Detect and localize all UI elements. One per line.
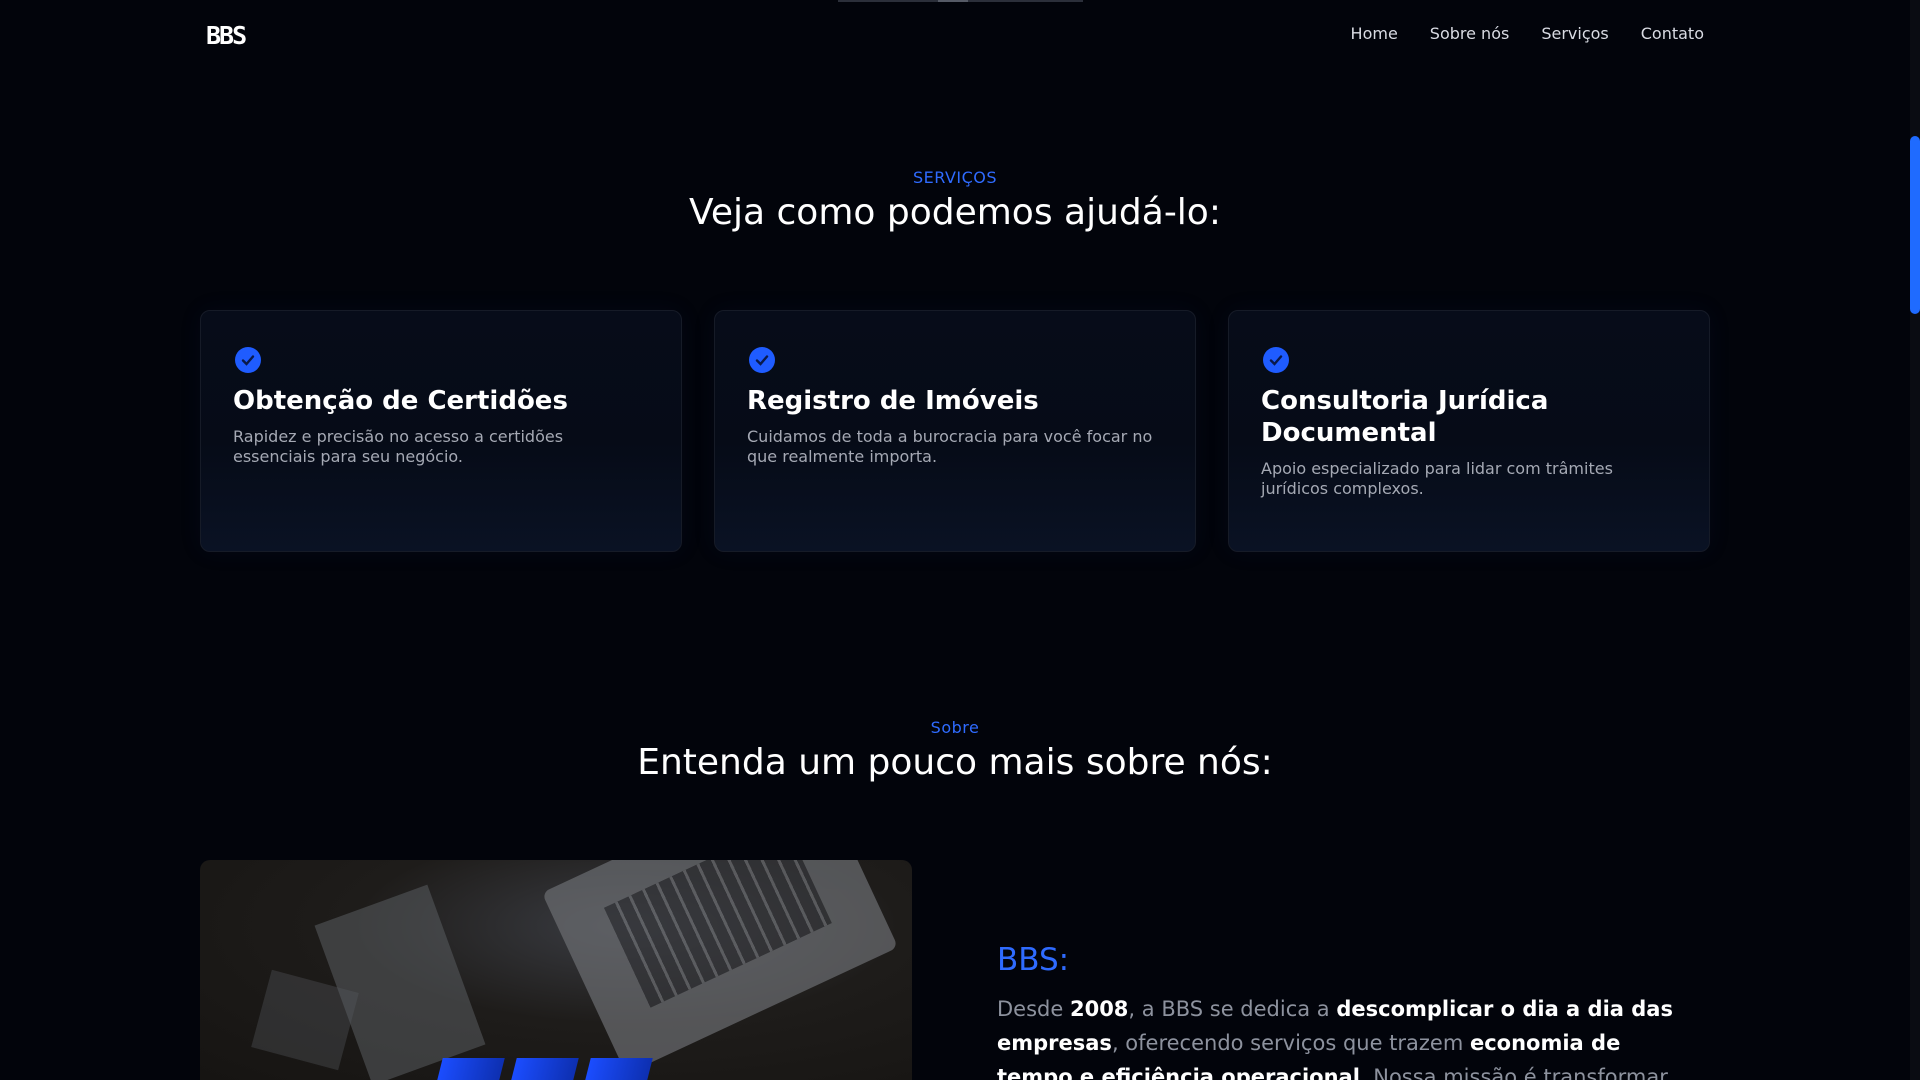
about-text: BBS: Desde 2008, a BBS se dedica a desco… xyxy=(997,942,1697,1080)
scrollbar-thumb[interactable] xyxy=(1910,136,1920,314)
service-card-title: Obtenção de Certidões xyxy=(233,386,568,416)
check-icon xyxy=(749,347,775,373)
service-card-title: Registro de Imóveis xyxy=(747,386,1039,416)
about-image xyxy=(200,860,912,1080)
check-icon xyxy=(235,347,261,373)
navbar: BBS Home Sobre nós Serviços Contato xyxy=(0,0,1910,70)
services-kicker: SERVIÇOS xyxy=(912,168,998,187)
nav-contato[interactable]: Contato xyxy=(1641,24,1704,43)
check-icon xyxy=(1263,347,1289,373)
about-title: Entenda um pouco mais sobre nós: xyxy=(637,742,1273,783)
about-kicker: Sobre xyxy=(930,718,980,737)
nav-sobre-nos[interactable]: Sobre nós xyxy=(1430,24,1510,43)
service-card-text: Apoio especializado para lidar com trâmi… xyxy=(1261,459,1613,498)
logo-blocks xyxy=(437,1058,653,1080)
about-heading: BBS: xyxy=(997,942,1070,978)
service-card-title: Consultoria Jurídica Documental xyxy=(1261,386,1549,448)
service-card-registro-imoveis[interactable]: Registro de Imóveis Cuidamos de toda a b… xyxy=(714,310,1196,552)
service-card-text: Cuidamos de toda a burocracia para você … xyxy=(747,427,1153,466)
logo-text: BBS xyxy=(206,20,247,50)
service-card-consultoria[interactable]: Consultoria Jurídica Documental Apoio es… xyxy=(1228,310,1710,552)
service-card-certidoes[interactable]: Obtenção de Certidões Rapidez e precisão… xyxy=(200,310,682,552)
nav-servicos[interactable]: Serviços xyxy=(1541,24,1608,43)
nav-home[interactable]: Home xyxy=(1351,24,1398,43)
service-card-text: Rapidez e precisão no acesso a certidões… xyxy=(233,427,564,466)
logo[interactable]: BBS xyxy=(206,20,247,50)
about-paragraph: Desde 2008, a BBS se dedica a descomplic… xyxy=(997,997,1673,1080)
services-cards: Obtenção de Certidões Rapidez e precisão… xyxy=(200,310,1710,552)
services-title: Veja como podemos ajudá-lo: xyxy=(689,192,1221,233)
main-nav: Home Sobre nós Serviços Contato xyxy=(1351,24,1704,43)
